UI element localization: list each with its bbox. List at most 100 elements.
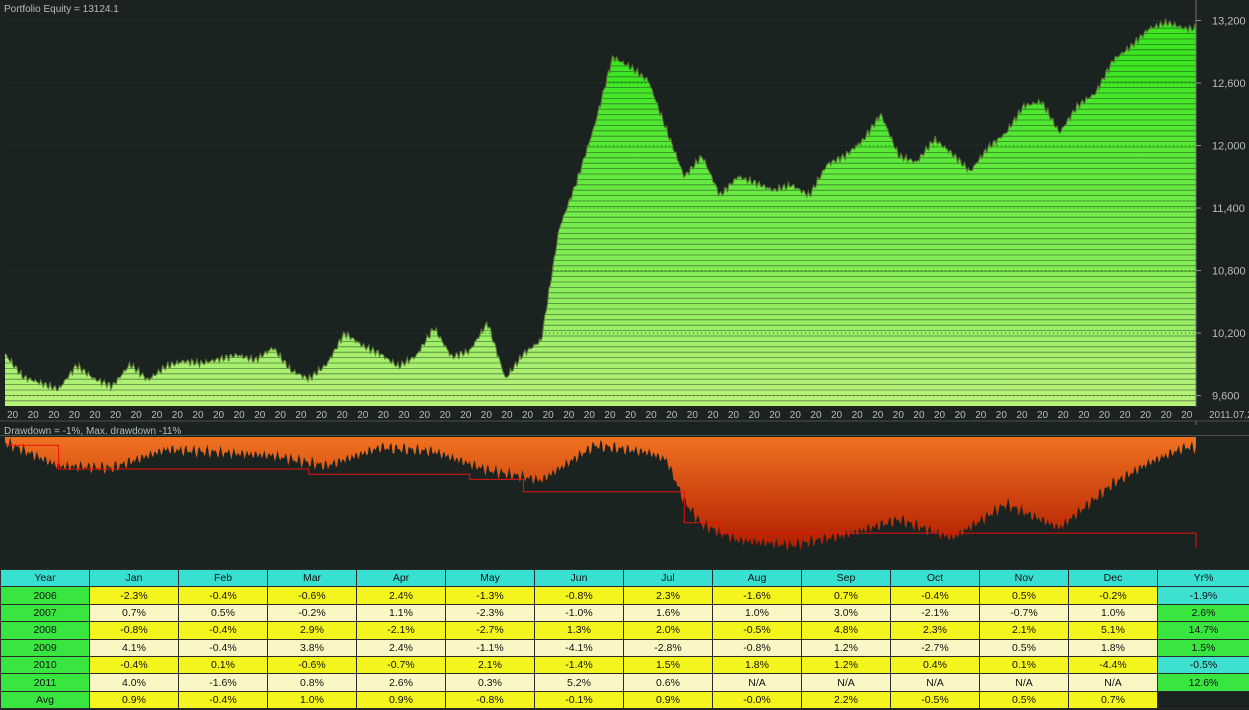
monthly-return-cell: -2.7% [890,638,980,657]
x-tick-label: 20 [460,410,472,421]
y-tick-label: 12,600 [1212,78,1246,90]
column-header: Mar [267,568,357,588]
monthly-return-cell: -0.4% [178,586,268,605]
column-header: May [445,568,535,588]
x-tick-label: 20 [563,410,575,421]
monthly-return-cell: 0.9% [623,690,713,710]
x-tick-label: 20 [357,410,369,421]
drawdown-chart-panel: Drawdown = -1%, Max. drawdown -11% [0,426,1249,567]
column-header: Jan [89,568,179,588]
column-header: Apr [356,568,446,588]
monthly-return-cell: 1.6% [623,603,713,623]
empty-cell [1157,690,1249,710]
column-header: Feb [178,568,268,588]
monthly-return-cell: 2.6% [356,673,446,692]
x-tick-label: 20 [728,410,740,421]
x-tick-label: 20 [192,410,204,421]
monthly-return-cell: 2.3% [890,621,980,640]
monthly-return-cell: -0.4% [89,655,179,675]
monthly-return-cell: -0.1% [534,690,624,710]
monthly-return-cell: 0.5% [979,690,1069,710]
x-tick-label: 20 [378,410,390,421]
equity-chart: 9,600 10,200 10,800 11,400 12,000 12,600 13,20… [0,0,1249,425]
x-tick-label: 20 [501,410,513,421]
x-tick-label: 20 [172,410,184,421]
table-row: 2010 -0.4% 0.1% -0.6% -0.7% 2.1% -1.4% 1.5% 1.8%… [0,655,1249,675]
x-tick-label: 20 [543,410,555,421]
monthly-return-cell: -0.7% [979,603,1069,623]
monthly-return-cell: -0.5% [712,621,802,640]
monthly-return-cell: -0.6% [267,655,357,675]
monthly-return-cell: -0.6% [267,586,357,605]
monthly-return-cell: 2.0% [623,621,713,640]
column-header: Dec [1068,568,1158,588]
monthly-return-cell: -2.8% [623,638,713,657]
x-tick-label: 20 [975,410,987,421]
monthly-return-cell: -0.4% [178,638,268,657]
x-tick-label: 20 [337,410,349,421]
monthly-return-cell: 2.4% [356,586,446,605]
monthly-return-cell: N/A [979,673,1069,692]
x-tick-label: 20 [440,410,452,421]
equity-chart-panel: 9,600 10,200 10,800 11,400 12,000 12,600 13,20… [0,0,1249,425]
table-row: 2011 4.0% -1.6% 0.8% 2.6% 0.3% 5.2% 0.6% N/A N/A N… [0,673,1249,692]
column-header: Jun [534,568,624,588]
monthly-return-cell: 1.8% [712,655,802,675]
monthly-return-cell: 0.7% [801,586,891,605]
x-tick-label: 20 [316,410,328,421]
x-tick-label: 20 [1016,410,1028,421]
table-row: 2006 -2.3% -0.4% -0.6% 2.4% -1.3% -0.8% 2.3% -1.… [0,586,1249,605]
monthly-return-cell: 4.8% [801,621,891,640]
y-tick-label: 10,200 [1212,328,1246,340]
y-tick-label: 12,000 [1212,141,1246,153]
x-tick-label: 20 [646,410,658,421]
monthly-return-cell: 0.8% [267,673,357,692]
x-tick-label: 20 [1119,410,1131,421]
monthly-return-cell: -4.4% [1068,655,1158,675]
x-tick-label: 20 [707,410,719,421]
x-tick-label: 20 [687,410,699,421]
year-cell: 2010 [0,655,90,675]
column-header: Oct [890,568,980,588]
monthly-return-cell: 1.2% [801,638,891,657]
monthly-return-cell: 0.4% [890,655,980,675]
year-cell: 2011 [0,673,90,692]
monthly-return-cell: N/A [801,673,891,692]
x-tick-label: 20 [584,410,596,421]
x-tick-label: 20 [1181,410,1193,421]
monthly-return-cell: -0.0% [712,690,802,710]
column-header: Yr% [1157,568,1249,588]
x-tick-label: 20 [151,410,163,421]
x-tick-label: 20 [28,410,40,421]
monthly-return-cell: 2.1% [445,655,535,675]
x-tick-label: 20 [831,410,843,421]
monthly-return-cell: 1.2% [801,655,891,675]
monthly-return-cell: 1.3% [534,621,624,640]
x-tick-label: 20 [810,410,822,421]
yearly-return-cell: 2.6% [1157,603,1249,623]
x-tick-label: 20 [398,410,410,421]
column-header: Year [0,568,90,588]
x-tick-label: 20 [89,410,101,421]
monthly-return-cell: -1.1% [445,638,535,657]
monthly-return-cell: -2.3% [445,603,535,623]
monthly-return-cell: -1.3% [445,586,535,605]
year-cell: 2009 [0,638,90,657]
monthly-return-cell: 2.4% [356,638,446,657]
monthly-return-cell: 0.9% [89,690,179,710]
monthly-return-cell: 0.1% [979,655,1069,675]
x-tick-label: 20 [275,410,287,421]
y-tick-label: 10,800 [1212,266,1246,278]
x-tick-label: 20 [893,410,905,421]
x-tick-label: 20 [1058,410,1070,421]
monthly-return-cell: 4.0% [89,673,179,692]
column-header: Aug [712,568,802,588]
monthly-return-cell: 5.1% [1068,621,1158,640]
x-tick-label: 20 [625,410,637,421]
year-cell: 2006 [0,586,90,605]
x-tick-label: 20 [110,410,122,421]
x-tick-label: 20 [769,410,781,421]
monthly-return-cell: 1.1% [356,603,446,623]
monthly-return-cell: -0.2% [1068,586,1158,605]
x-tick-label: 20 [934,410,946,421]
